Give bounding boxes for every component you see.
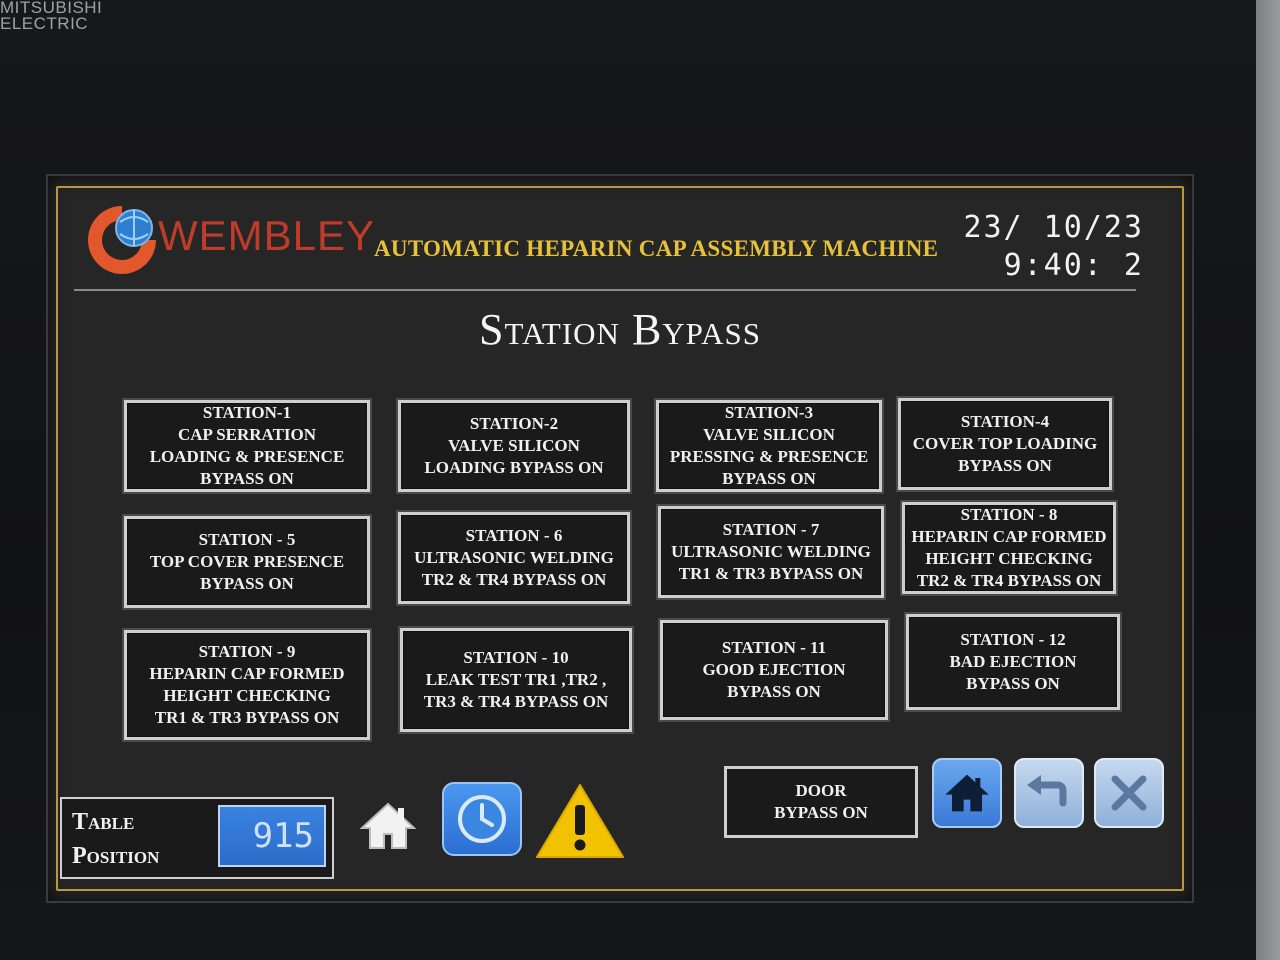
back-button[interactable] [1014,758,1084,828]
back-arrow-icon [1027,775,1067,807]
manufacturer-line-2: ELECTRIC [0,14,89,33]
station-12-bypass-button[interactable]: STATION - 12 BAD EJECTION BYPASS ON [904,612,1122,712]
close-button[interactable] [1094,758,1164,828]
station-5-bypass-button[interactable]: STATION - 5 TOP COVER PRESENCE BYPASS ON [122,514,372,610]
warning-icon[interactable] [534,780,626,862]
station-8-bypass-button[interactable]: STATION - 8 HEPARIN CAP FORMED HEIGHT CH… [900,500,1118,596]
table-position-value: 915 [218,805,326,867]
table-position-panel: Table Position 915 [60,797,334,879]
header-divider [74,289,1136,291]
machine-title: AUTOMATIC HEPARIN CAP ASSEMBLY MACHINE [374,236,939,261]
station-10-bypass-button[interactable]: STATION - 10 LEAK TEST TR1 ,TR2 , TR3 & … [398,626,634,734]
station-9-bypass-button[interactable]: STATION - 9 HEPARIN CAP FORMED HEIGHT CH… [122,628,372,742]
station-1-bypass-button[interactable]: STATION-1 CAP SERRATION LOADING & PRESEN… [122,398,372,494]
page-title: Station Bypass [479,305,761,354]
time-display: 9:40: 2 [1003,248,1144,283]
device-bezel: MITSUBISHI ELECTRIC WEMBLEY AUTOMATIC HE… [0,0,1256,960]
wembley-logo-icon [88,206,156,274]
door-bypass-button[interactable]: DOOR BYPASS ON [724,766,918,838]
station-7-bypass-button[interactable]: STATION - 7 ULTRASONIC WELDING TR1 & TR3… [656,504,886,600]
home-button[interactable] [932,758,1002,828]
station-11-bypass-button[interactable]: STATION - 11 GOOD EJECTION BYPASS ON [658,618,890,722]
table-position-label: Table Position [72,809,160,869]
station-6-bypass-button[interactable]: STATION - 6 ULTRASONIC WELDING TR2 & TR4… [396,510,632,606]
close-icon [1111,775,1147,811]
station-2-bypass-button[interactable]: STATION-2 VALVE SILICON LOADING BYPASS O… [396,398,632,494]
date-display: 23/ 10/23 [963,210,1144,245]
home-icon[interactable] [354,796,422,856]
clock-icon[interactable] [442,782,522,856]
manufacturer-label: MITSUBISHI ELECTRIC [0,0,102,32]
hmi-screen: WEMBLEY AUTOMATIC HEPARIN CAP ASSEMBLY M… [46,174,1194,903]
station-4-bypass-button[interactable]: STATION-4 COVER TOP LOADING BYPASS ON [896,396,1114,492]
station-3-bypass-button[interactable]: STATION-3 VALVE SILICON PRESSING & PRESE… [654,398,884,494]
brand-name: WEMBLEY [158,212,376,259]
home-icon [945,774,989,812]
